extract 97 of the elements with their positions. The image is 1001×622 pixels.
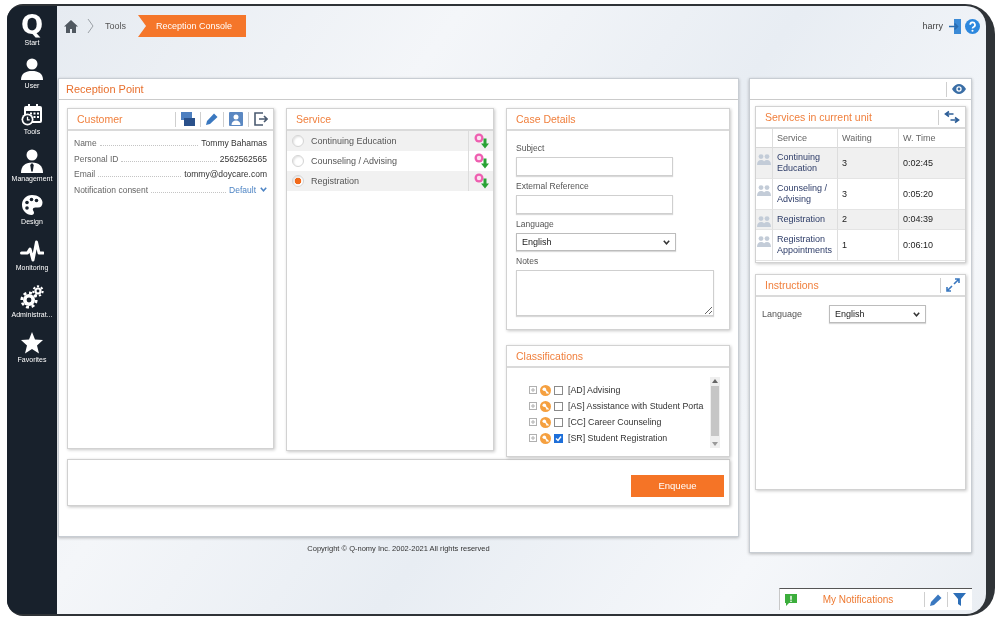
consent-dropdown[interactable]: Default [229, 184, 267, 195]
star-icon[interactable] [20, 330, 44, 354]
classification-label: [AD] Advising [568, 385, 621, 395]
table-cell: 0:04:39 [899, 210, 965, 230]
notifications-title: My Notifications [821, 594, 895, 605]
text-input[interactable] [516, 195, 673, 214]
magnifier-arrow-icon[interactable] [473, 173, 489, 189]
chevron-down-icon [260, 187, 267, 192]
people-icon [757, 236, 771, 247]
field-label: Subject [516, 143, 545, 153]
exit-arrow-icon[interactable] [254, 112, 268, 126]
people-icon [757, 154, 771, 165]
field-label: Email [74, 169, 96, 179]
language-select[interactable]: English [829, 305, 927, 323]
service-row[interactable]: Continuing Education [287, 131, 493, 151]
radio-button[interactable] [292, 155, 304, 167]
radio-button[interactable] [292, 175, 304, 187]
eye-icon[interactable] [952, 84, 966, 94]
table-cell: Registration [773, 210, 838, 230]
service-name: Counseling / Advising [311, 156, 398, 166]
user-name: harry [922, 21, 943, 31]
field-label: Notes [516, 256, 539, 266]
field-value: 2562562565 [219, 153, 267, 164]
people-icon [757, 185, 771, 196]
panel-title: Reception Point [66, 83, 144, 95]
user-icon[interactable] [21, 57, 43, 80]
checkbox[interactable] [554, 385, 563, 395]
plus-box-icon[interactable] [529, 434, 537, 442]
pulse-icon[interactable] [20, 239, 44, 262]
expand-arrows-icon[interactable] [946, 278, 960, 292]
app-logo: Q [20, 12, 44, 38]
table-cell: 0:06:10 [899, 230, 965, 261]
speech-bubble-icon[interactable] [785, 593, 797, 606]
chevron-right-icon [87, 18, 94, 34]
door-arrow-icon[interactable] [949, 18, 961, 34]
calendar-clock-icon[interactable] [21, 103, 43, 126]
card-title: Instructions [765, 279, 819, 291]
scrollbar[interactable] [710, 377, 720, 448]
caret-down-icon[interactable] [712, 442, 718, 446]
gears-icon[interactable] [20, 285, 44, 309]
checkbox[interactable] [554, 417, 563, 427]
field-label: Name [74, 138, 97, 148]
table-cell: 3 [838, 148, 899, 179]
filter-icon[interactable] [953, 593, 966, 606]
help-icon[interactable] [965, 18, 980, 34]
plus-box-icon[interactable] [529, 402, 537, 410]
table-cell: Registration Appointments [773, 230, 838, 261]
checkbox[interactable] [554, 401, 563, 411]
field-value: tommy@doycare.com [184, 169, 267, 179]
radio-button[interactable] [292, 135, 304, 147]
notes-field[interactable] [516, 270, 714, 316]
classification-label: [CC] Career Counseling [568, 417, 662, 427]
service-name: Continuing Education [311, 136, 397, 146]
magnifier-arrow-icon[interactable] [473, 133, 489, 149]
key-icon [540, 384, 551, 396]
classification-label: [AS] Assistance with Student Porta [568, 401, 704, 411]
people-icon [757, 216, 771, 227]
contact-card-icon[interactable] [229, 112, 243, 126]
table-cell: 0:02:45 [899, 148, 965, 179]
language-select[interactable]: English [516, 233, 676, 251]
stacked-cards-icon[interactable] [181, 112, 195, 126]
key-icon [540, 400, 551, 412]
plus-box-icon[interactable] [529, 418, 537, 426]
card-title: Services in current unit [765, 111, 872, 123]
service-name: Registration [311, 176, 360, 186]
key-icon [540, 416, 551, 428]
field-label: Personal ID [74, 153, 119, 164]
table-cell: 2 [838, 210, 899, 230]
caret-up-icon[interactable] [712, 379, 718, 383]
field-label: Language [762, 309, 803, 319]
service-row[interactable]: Registration [287, 171, 493, 191]
home-icon[interactable] [64, 19, 78, 33]
table-cell: 1 [838, 230, 899, 261]
palette-icon[interactable] [21, 194, 43, 216]
pencil-icon[interactable] [206, 113, 218, 125]
checkbox[interactable] [554, 433, 563, 443]
key-icon [540, 432, 551, 444]
text-input[interactable] [516, 157, 673, 176]
chevron-down-icon [913, 311, 921, 317]
card-title: Service [296, 113, 331, 125]
swap-arrows-icon[interactable] [944, 110, 960, 124]
plus-box-icon[interactable] [529, 386, 537, 394]
classification-label: [SR] Student Registration [568, 433, 668, 443]
card-title: Customer [77, 113, 123, 125]
field-label: External Reference [516, 181, 589, 191]
manager-icon[interactable] [21, 148, 43, 173]
field-label: Language [516, 219, 554, 229]
table-cell: Continuing Education [773, 148, 838, 179]
field-value: Tommy Bahamas [201, 138, 267, 148]
magnifier-arrow-icon[interactable] [473, 153, 489, 169]
pencil-icon[interactable] [930, 593, 942, 606]
chevron-down-icon [663, 239, 670, 245]
scrollbar-thumb[interactable] [711, 386, 719, 436]
field-label: Notification consent [74, 184, 149, 195]
card-title: Classifications [516, 350, 584, 362]
breadcrumb-link[interactable]: Tools [105, 15, 126, 37]
card-title: Case Details [516, 113, 576, 125]
